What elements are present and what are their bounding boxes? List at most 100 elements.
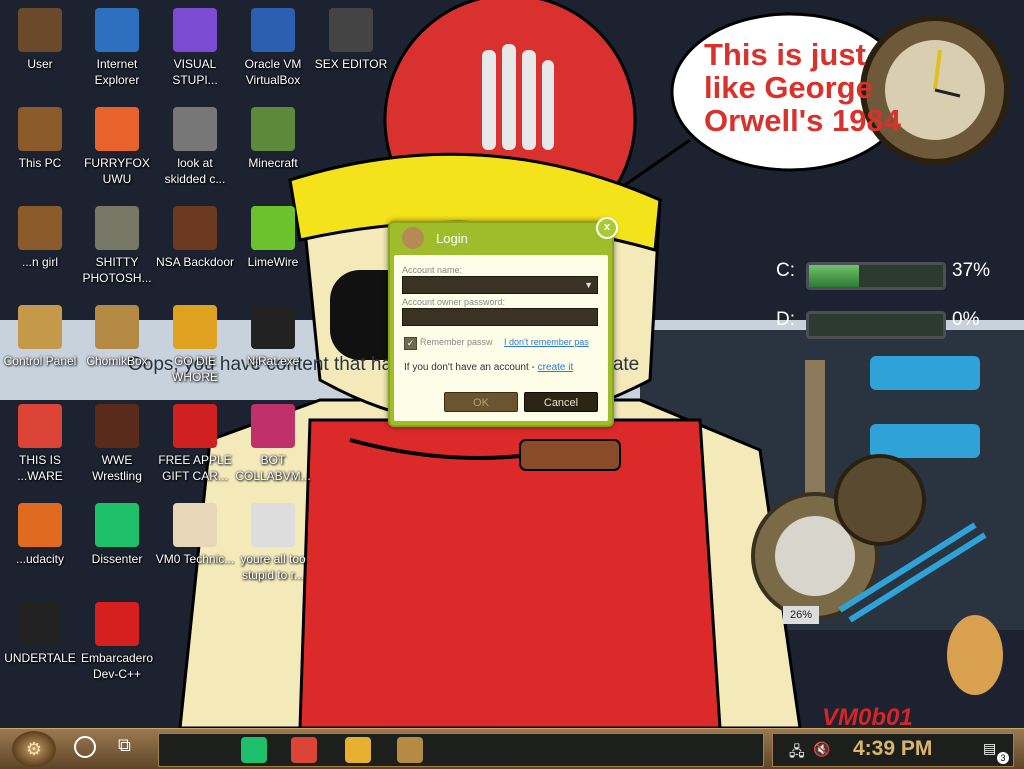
- monitor-icon: [251, 404, 295, 448]
- devcpp-icon: [95, 602, 139, 646]
- desktop-icon-label: UNDERTALE: [4, 651, 76, 665]
- desktop-icon[interactable]: This PC: [0, 107, 80, 171]
- wrestling-icon: [95, 404, 139, 448]
- visual-studio-icon: [173, 8, 217, 52]
- desktop-icon[interactable]: NjRat.exe: [233, 305, 313, 369]
- desktop-icon[interactable]: youre all too stupid to r...: [233, 503, 313, 583]
- desktop-icon-label: ...n girl: [21, 255, 58, 269]
- skull-icon: [251, 305, 295, 349]
- desktop-icon-label: Internet Explorer: [94, 57, 140, 87]
- dialog-title: Login: [436, 231, 468, 246]
- task-view-icon[interactable]: ⧉: [118, 735, 131, 756]
- control-panel-icon: [18, 305, 62, 349]
- desktop-icon-label: look at skidded c...: [164, 156, 226, 186]
- dialog-title-bar[interactable]: Login: [390, 223, 612, 253]
- desktop-icon[interactable]: ChomikBox: [77, 305, 157, 369]
- gimp-icon: [95, 206, 139, 250]
- desktop-icon-label: ...udacity: [15, 552, 65, 566]
- no-account-text: If you don't have an account - create it: [404, 362, 573, 373]
- desktop-icon[interactable]: ...n girl: [0, 206, 80, 270]
- file-explorer-icon[interactable]: [345, 737, 371, 763]
- unity-icon: [18, 602, 62, 646]
- password-input[interactable]: [402, 308, 598, 326]
- desktop-icon[interactable]: look at skidded c...: [155, 107, 235, 187]
- desktop-icon-label: VISUAL STUPI...: [172, 57, 218, 87]
- desktop-icon[interactable]: VISUAL STUPI...: [155, 8, 235, 88]
- start-gear-icon[interactable]: ⚙: [12, 731, 56, 767]
- desktop-icon[interactable]: NSA Backdoor: [155, 206, 235, 270]
- desktop-icon-label: Minecraft: [248, 156, 298, 170]
- editor-icon: [329, 8, 373, 52]
- notification-icon[interactable]: ▤ 3: [983, 740, 1009, 764]
- copy-icon: [173, 107, 217, 151]
- desktop-icon[interactable]: FREE APPLE GIFT CAR...: [155, 404, 235, 484]
- password-label: Account owner password:: [402, 297, 506, 307]
- desktop-icon[interactable]: SEX EDITOR: [311, 8, 391, 72]
- desktop-icon-label: GO DIE WHORE: [172, 354, 218, 384]
- drive-percent: 37%: [952, 260, 991, 281]
- desktop-icon[interactable]: BOT COLLABVM...: [233, 404, 313, 484]
- desktop-icon[interactable]: ...udacity: [0, 503, 80, 567]
- firefox-icon: [95, 107, 139, 151]
- desktop-icon[interactable]: THIS IS ...WARE: [0, 404, 80, 484]
- notification-badge: 3: [997, 752, 1009, 764]
- desktop-icon-label: Dissenter: [91, 552, 143, 566]
- login-form: Account name: ▼ Account owner password: …: [394, 255, 608, 421]
- taskbar-clock[interactable]: 4:39 PM: [853, 737, 932, 761]
- folder-icon: [18, 206, 62, 250]
- desktop-icon[interactable]: FURRYFOX UWU: [77, 107, 157, 187]
- desktop-icon-label: This PC: [18, 156, 62, 170]
- chrome-icon: [18, 404, 62, 448]
- desktop-icon[interactable]: Oracle VM VirtualBox: [233, 8, 313, 88]
- network-icon[interactable]: 🖧: [789, 741, 805, 765]
- desktop-icon-label: NjRat.exe: [246, 354, 300, 368]
- desktop-icon-label: NSA Backdoor: [155, 255, 235, 269]
- remember-password-checkbox[interactable]: ✓: [404, 337, 417, 350]
- desktop-icon[interactable]: User: [0, 8, 80, 72]
- minecraft-icon: [251, 107, 295, 151]
- desktop-icon-label: VM0 Technic...: [155, 552, 235, 566]
- desktop-icon-label: BOT COLLABVM...: [235, 453, 311, 483]
- desktop-icon-label: Oracle VM VirtualBox: [244, 57, 302, 87]
- desktop-icon[interactable]: SHITTY PHOTOSH...: [77, 206, 157, 286]
- watermark-text: VM0b01: [822, 704, 913, 728]
- remember-password-label: Remember passw: [420, 337, 493, 347]
- desktop-icon-label: FREE APPLE GIFT CAR...: [158, 453, 232, 483]
- account-name-dropdown[interactable]: ▼: [402, 276, 598, 294]
- drive-d-widget: D: 0%: [740, 307, 1010, 339]
- technician-icon: [173, 503, 217, 547]
- desktop-icon[interactable]: Internet Explorer: [77, 8, 157, 88]
- desktop-icon[interactable]: LimeWire: [233, 206, 313, 270]
- drive-percent: 0%: [952, 309, 980, 330]
- taskbar-pinned-apps: [158, 733, 764, 767]
- search-icon[interactable]: [74, 736, 96, 758]
- create-account-link[interactable]: create it: [538, 362, 574, 373]
- ok-button[interactable]: OK: [444, 392, 518, 412]
- volume-muted-icon[interactable]: 🔇: [813, 741, 830, 758]
- login-dialog: Login x Account name: ▼ Account owner pa…: [388, 217, 618, 427]
- desktop-icon[interactable]: Minecraft: [233, 107, 313, 171]
- desktop-icon[interactable]: GO DIE WHORE: [155, 305, 235, 385]
- desktop-icon[interactable]: Dissenter: [77, 503, 157, 567]
- desktop-icon[interactable]: Control Panel: [0, 305, 80, 369]
- speech-bubble-text: This is just like George Orwell's 1984: [704, 37, 901, 138]
- desktop-icon[interactable]: WWE Wrestling: [77, 404, 157, 484]
- desktop-icon[interactable]: UNDERTALE: [0, 602, 80, 666]
- drive-usage-bar: [806, 262, 946, 290]
- chrome-taskbar-icon[interactable]: [291, 737, 317, 763]
- dissenter-icon: [95, 503, 139, 547]
- account-name-label: Account name:: [402, 265, 463, 275]
- dissenter-taskbar-icon[interactable]: [241, 737, 267, 763]
- internet-explorer-icon: [95, 8, 139, 52]
- close-button[interactable]: x: [596, 217, 618, 239]
- forgot-password-link[interactable]: I don't remember pas: [504, 337, 602, 347]
- user-folder-icon: [18, 8, 62, 52]
- desktop-icon[interactable]: Embarcadero Dev-C++: [77, 602, 157, 682]
- chomikbox-taskbar-icon[interactable]: [397, 737, 423, 763]
- cancel-button[interactable]: Cancel: [524, 392, 598, 412]
- desktop-icon-label: ChomikBox: [86, 354, 148, 368]
- chevron-down-icon: ▼: [584, 280, 593, 290]
- desktop-icon-label: Control Panel: [3, 354, 77, 368]
- desktop-icon[interactable]: VM0 Technic...: [155, 503, 235, 567]
- taskbar: ⚙ ⧉ 🖧 🔇 4:39 PM ▤ 3: [0, 728, 1024, 769]
